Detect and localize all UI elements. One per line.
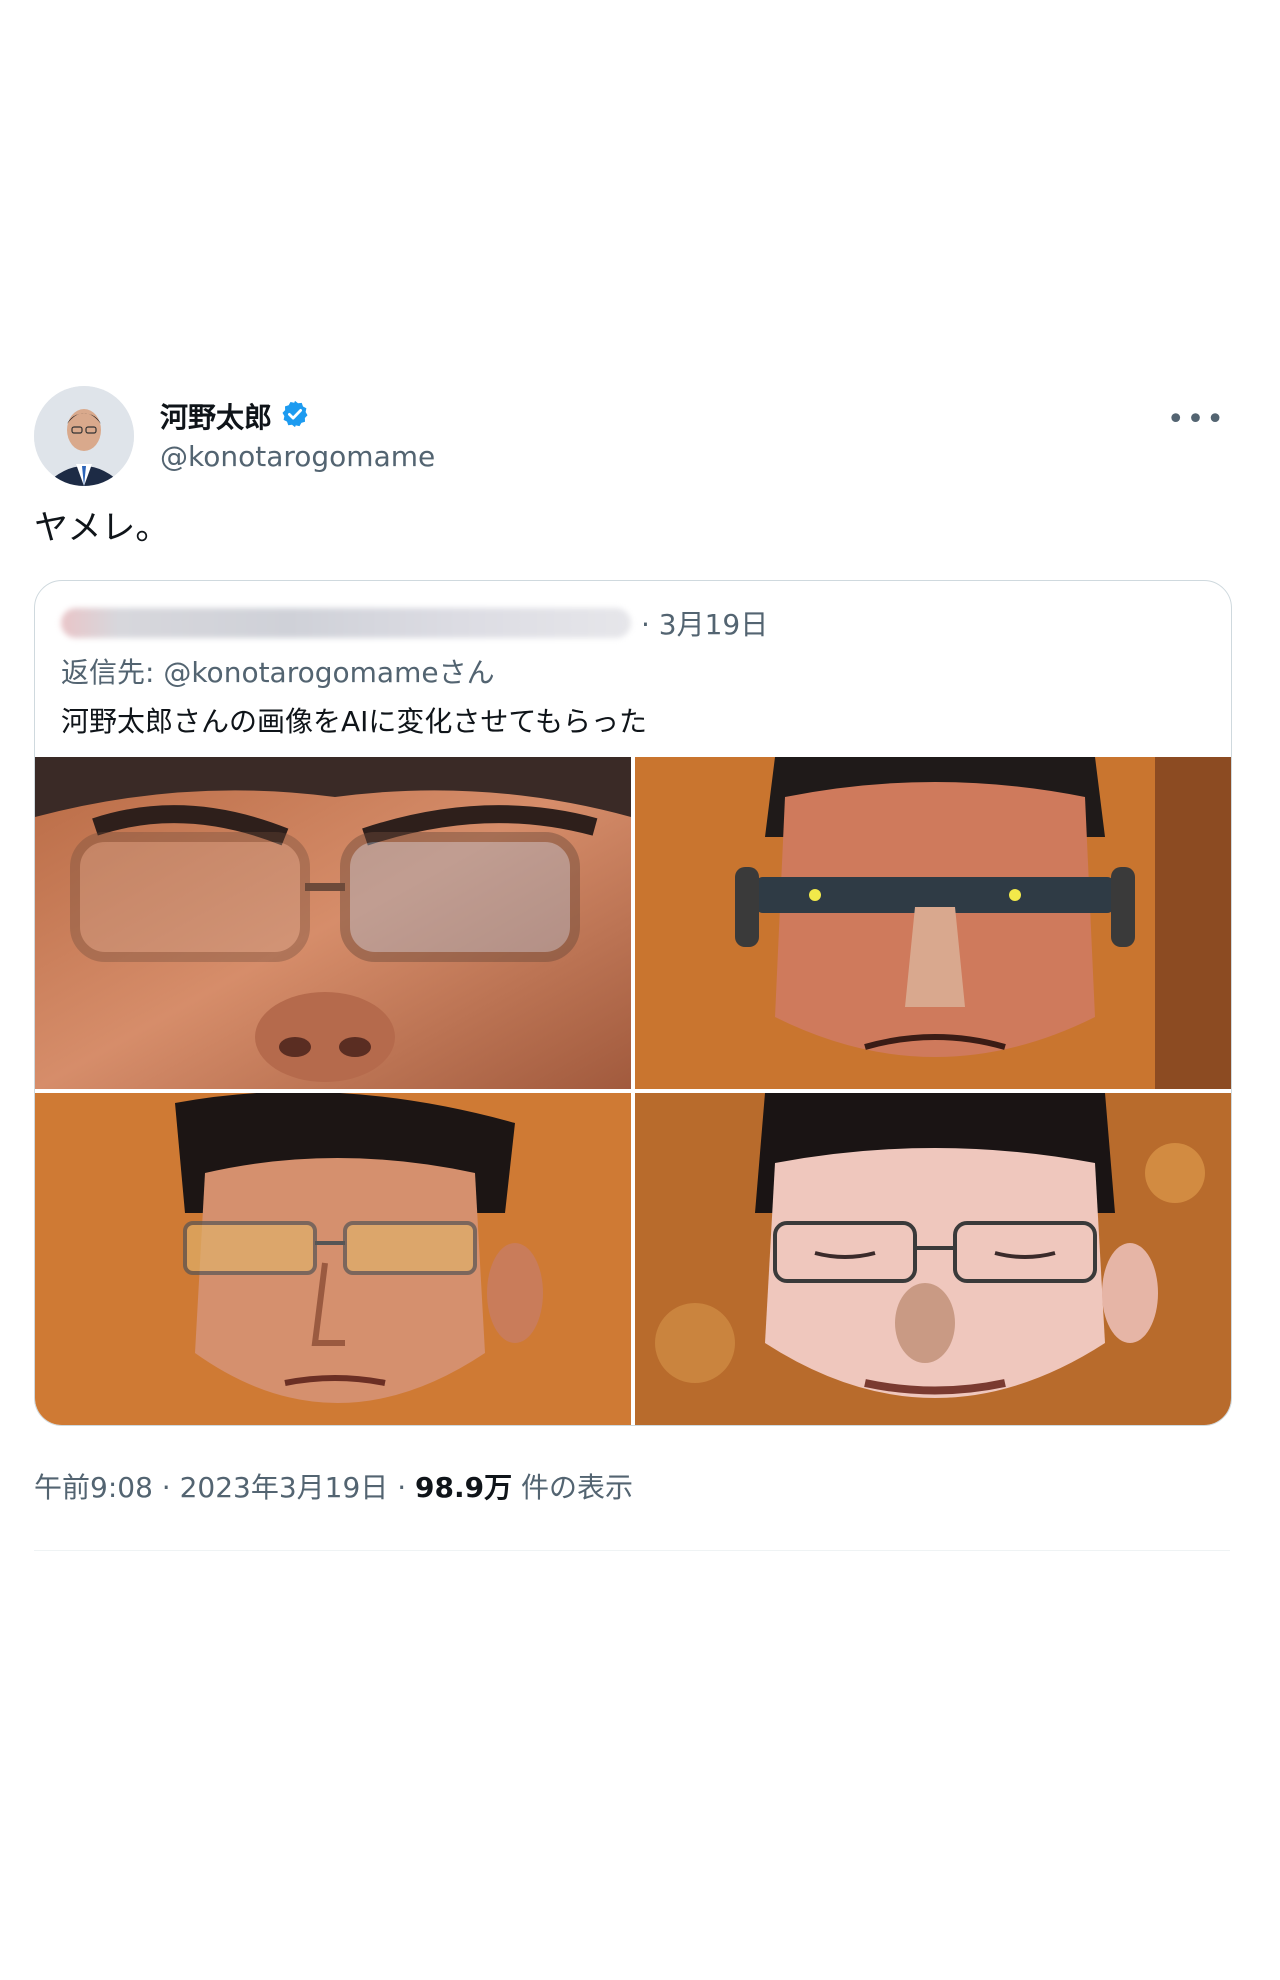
user-handle[interactable]: @konotarogomame (160, 440, 435, 473)
media-image-3[interactable] (35, 1093, 631, 1425)
divider (34, 1550, 1230, 1551)
media-image-1[interactable] (35, 757, 631, 1089)
reply-handle-link[interactable]: @konotarogomame (163, 656, 438, 689)
media-image-2[interactable] (635, 757, 1231, 1089)
tweet-meta: 午前9:08 · 2023年3月19日 · 98.9万 件の表示 (34, 1471, 633, 1504)
quote-date: · 3月19日 (641, 608, 769, 641)
tweet-header: 河野太郎 @konotarogomame ••• (34, 380, 1230, 490)
view-label: 件の表示 (512, 1471, 633, 1504)
tweet-time[interactable]: 午前9:08 (34, 1471, 153, 1504)
ellipsis-icon[interactable]: ••• (1167, 402, 1226, 437)
verified-badge-icon (280, 399, 310, 433)
tweet-text: ヤメレ。 (34, 508, 170, 548)
blurred-author (61, 608, 631, 638)
media-grid (35, 757, 1231, 1425)
quoted-tweet[interactable]: · 3月19日 返信先: @konotarogomameさん 河野太郎さんの画像… (34, 580, 1232, 1426)
quote-text: 河野太郎さんの画像をAIに変化させてもらった (61, 705, 648, 738)
avatar[interactable] (34, 386, 134, 486)
display-name[interactable]: 河野太郎 (160, 396, 272, 436)
media-image-4[interactable] (635, 1093, 1231, 1425)
tweet: 河野太郎 @konotarogomame ••• ヤメレ。 · 3月19日 返信… (34, 380, 1232, 1551)
tweet-date[interactable]: 2023年3月19日 (180, 1471, 389, 1504)
view-count: 98.9万 (415, 1471, 513, 1504)
reply-to: 返信先: @konotarogomameさん (61, 656, 495, 689)
